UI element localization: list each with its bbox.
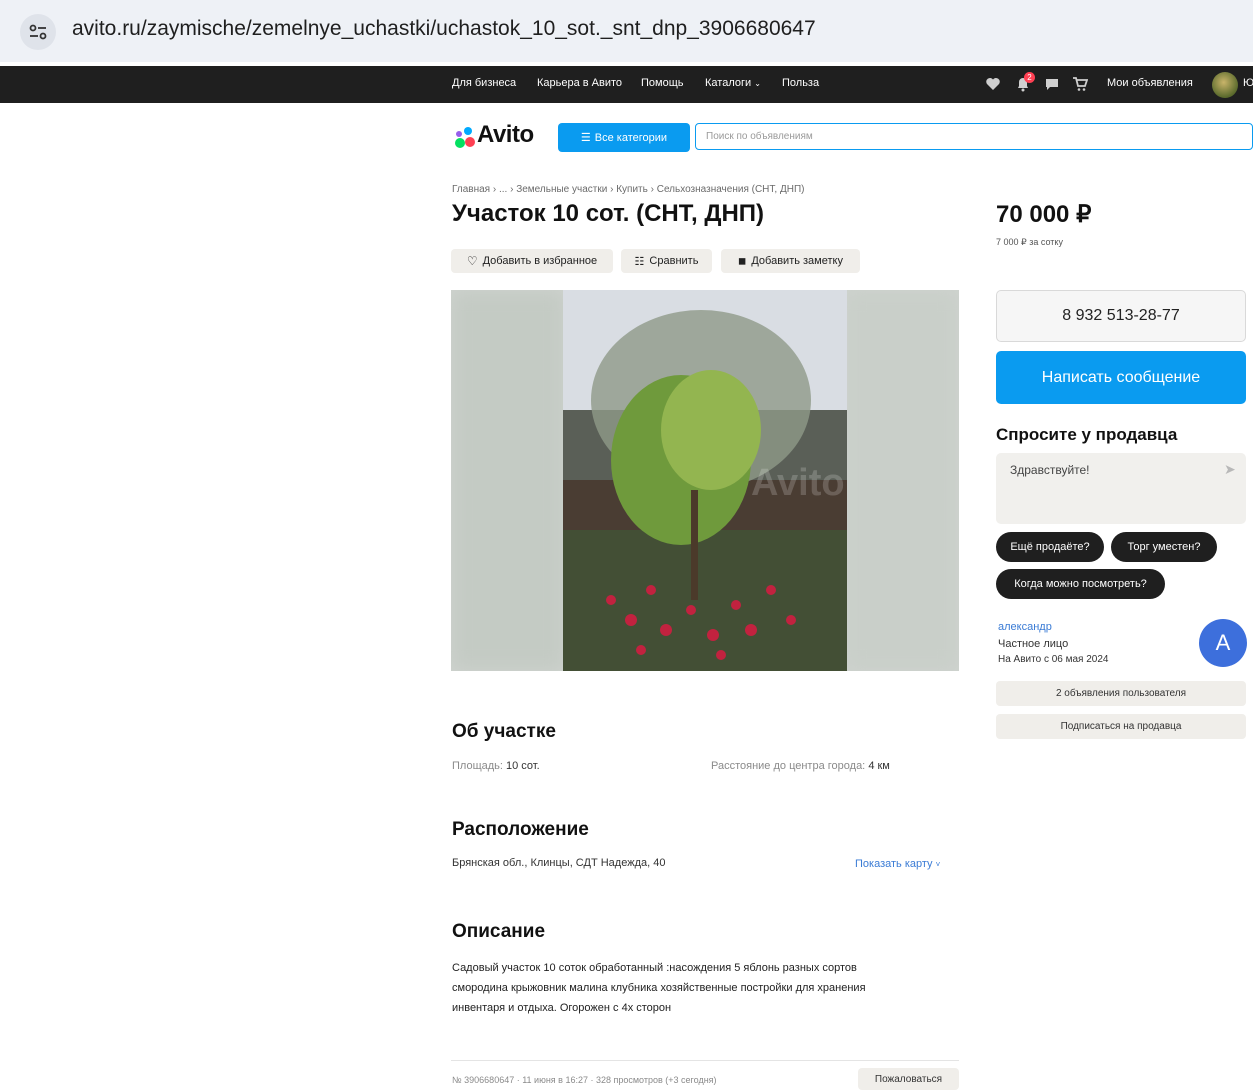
area-label: Площадь:	[452, 760, 503, 772]
breadcrumb-ellipsis[interactable]: ...	[499, 184, 507, 195]
breadcrumb-land[interactable]: Земельные участки	[516, 184, 607, 195]
compare-label: Сравнить	[649, 255, 699, 267]
avito-logo-icon[interactable]	[452, 125, 476, 149]
area-value: 10 сот.	[506, 760, 540, 772]
description-text: Садовый участок 10 соток обработанный :н…	[452, 958, 866, 1018]
listing-meta: № 3906680647 · 11 июня в 16:27 · 328 про…	[452, 1075, 717, 1085]
compare-button[interactable]: ☷ Сравнить	[621, 249, 712, 273]
my-ads-link[interactable]: Мои объявления	[1107, 77, 1193, 89]
ask-seller-text: Здравствуйте!	[1010, 463, 1090, 477]
user-avatar[interactable]	[1212, 72, 1238, 98]
nav-benefit-link[interactable]: Польза	[782, 77, 819, 89]
subscribe-seller-button[interactable]: Подписаться на продавца	[996, 714, 1246, 739]
report-button[interactable]: Пожаловаться	[858, 1068, 959, 1090]
user-initial: Ю	[1243, 77, 1253, 89]
breadcrumb-category[interactable]: Сельхозназначения (СНТ, ДНП)	[657, 184, 805, 195]
top-navigation-bar	[0, 66, 1253, 103]
messages-chat-icon[interactable]	[1044, 77, 1060, 91]
seller-type: Частное лицо	[998, 638, 1069, 650]
listing-photo[interactable]: Avito	[451, 290, 959, 671]
location-heading: Расположение	[452, 819, 589, 840]
description-heading: Описание	[452, 921, 546, 942]
add-favorite-label: Добавить в избранное	[482, 255, 598, 267]
ask-seller-title: Спросите у продавца	[996, 425, 1178, 444]
seller-name-link[interactable]: александр	[998, 621, 1052, 633]
description-line: Садовый участок 10 соток обработанный :н…	[452, 962, 857, 974]
search-input[interactable]: Поиск по объявлениям	[695, 123, 1253, 150]
nav-catalogs-label: Каталоги	[705, 77, 752, 89]
add-favorite-button[interactable]: ♡ Добавить в избранное	[451, 249, 613, 273]
seller-since: На Авито с 06 мая 2024	[998, 654, 1109, 665]
user-ads-button[interactable]: 2 объявления пользователя	[996, 681, 1246, 706]
heart-outline-icon: ♡	[466, 254, 478, 268]
avito-logo-text[interactable]: Avito	[477, 121, 534, 149]
quick-reply-still-selling[interactable]: Ещё продаёте?	[996, 532, 1104, 562]
address: Брянская обл., Клинцы, СДТ Надежда, 40	[452, 857, 666, 869]
show-map-link[interactable]: Показать карту ˅	[855, 858, 940, 870]
area-row: Площадь: 10 сот.	[452, 760, 540, 772]
chevron-down-icon: ⌄	[754, 79, 761, 88]
quick-reply-bargain[interactable]: Торг уместен?	[1111, 532, 1217, 562]
distance-row: Расстояние до центра города: 4 км	[711, 760, 890, 772]
all-categories-button[interactable]: ☰ Все категории	[558, 123, 690, 152]
url-field[interactable]: avito.ru/zaymische/zemelnye_uchastki/uch…	[72, 17, 816, 41]
distance-value: 4 км	[868, 760, 890, 772]
breadcrumb: Главная › ... › Земельные участки › Купи…	[452, 184, 805, 195]
send-arrow-icon[interactable]: ➤	[1224, 461, 1236, 478]
price: 70 000 ₽	[996, 201, 1092, 228]
nav-catalogs-link[interactable]: Каталоги ⌄	[705, 77, 761, 89]
listing-title: Участок 10 сот. (СНТ, ДНП)	[452, 200, 765, 227]
site-settings-icon[interactable]	[20, 14, 56, 50]
distance-label: Расстояние до центра города:	[711, 760, 866, 772]
breadcrumb-home[interactable]: Главная	[452, 184, 490, 195]
nav-help-link[interactable]: Помощь	[641, 77, 684, 89]
notifications-badge: 2	[1024, 72, 1035, 83]
photo-watermark: Avito	[751, 462, 845, 504]
write-message-button[interactable]: Написать сообщение	[996, 351, 1246, 404]
show-phone-button[interactable]: 8 932 513-28-77	[996, 290, 1246, 342]
chevron-down-icon: ˅	[935, 860, 941, 869]
note-icon: ◼	[738, 255, 747, 267]
add-note-button[interactable]: ◼ Добавить заметку	[721, 249, 860, 273]
add-note-label: Добавить заметку	[751, 255, 843, 267]
menu-search-icon: ☰	[580, 132, 591, 144]
breadcrumb-buy[interactable]: Купить	[616, 184, 648, 195]
cart-icon[interactable]	[1072, 76, 1088, 92]
price-per-unit: 7 000 ₽ за сотку	[996, 237, 1063, 247]
description-line: инвентаря и отдыха. Огорожен с 4х сторон	[452, 1002, 672, 1014]
show-map-label: Показать карту	[855, 858, 933, 870]
favorites-heart-icon[interactable]	[985, 77, 1001, 91]
nav-business-link[interactable]: Для бизнеса	[452, 77, 516, 89]
about-heading: Об участке	[452, 721, 556, 742]
nav-career-link[interactable]: Карьера в Авито	[537, 77, 622, 89]
all-categories-label: Все категории	[594, 131, 668, 144]
quick-reply-when-view[interactable]: Когда можно посмотреть?	[996, 569, 1165, 599]
seller-avatar[interactable]: А	[1199, 619, 1247, 667]
compare-icon: ☷	[634, 255, 645, 268]
description-line: смородина крыжовник малина клубника хозя…	[452, 982, 866, 994]
footer-divider	[451, 1060, 959, 1061]
